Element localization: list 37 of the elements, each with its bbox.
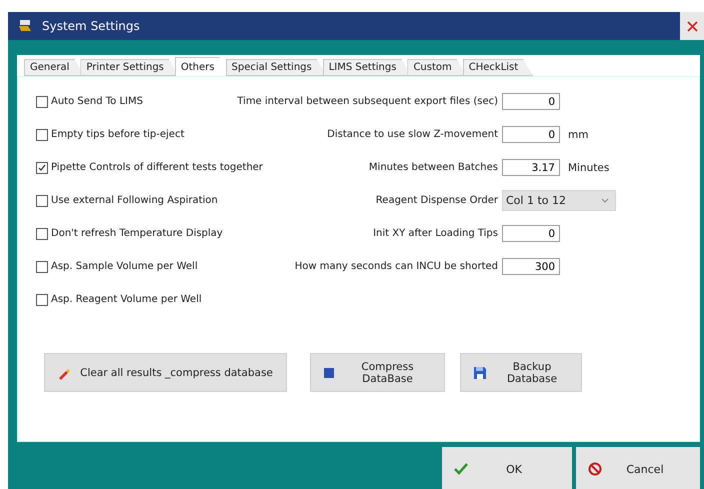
option-checkbox[interactable]: Use external Following Aspiration [36, 194, 218, 208]
square-icon [323, 366, 335, 378]
option-checkbox[interactable]: Auto Send To LIMS [36, 94, 143, 108]
action-button[interactable]: Compress DataBase [310, 353, 445, 392]
cancel-icon [588, 462, 602, 476]
option-checkbox[interactable]: Empty tips before tip-eject [36, 128, 184, 142]
close-button[interactable] [680, 12, 704, 40]
action-button[interactable]: Clear all results _compress database [44, 353, 287, 392]
number-field[interactable]: 0 [502, 126, 560, 143]
chevron-icon [601, 198, 609, 203]
unit-label: Minutes [568, 162, 610, 174]
option-checkbox[interactable]: Pipette Controls of different tests together [36, 160, 263, 174]
unit-label: mm [568, 128, 588, 140]
ok-button[interactable]: OK [442, 447, 572, 489]
setting-label: Reagent Dispense Order [376, 195, 498, 206]
number-field[interactable]: 0 [502, 93, 560, 110]
number-field[interactable]: 0 [502, 225, 560, 242]
setting-label: Minutes between Batches [368, 162, 498, 173]
action-button[interactable]: Backup Database [460, 353, 582, 392]
window-title: System Settings [42, 19, 141, 33]
check-icon [38, 164, 46, 172]
save-icon [473, 366, 487, 380]
setting-label: How many seconds can INCU be shorted [294, 261, 498, 272]
option-checkbox[interactable]: Asp. Sample Volume per Well [36, 260, 198, 274]
setting-label: Time interval between subsequent export files (sec) [237, 96, 498, 107]
check-icon [454, 463, 468, 475]
option-checkbox[interactable]: Don't refresh Temperature Display [36, 226, 223, 240]
number-field[interactable]: 3.17 [502, 159, 560, 176]
option-checkbox[interactable]: Asp. Reagent Volume per Well [36, 292, 202, 306]
setting-label: Distance to use slow Z-movement [327, 129, 498, 140]
setting-label: Init XY after Loading Tips [373, 228, 498, 239]
cancel-button[interactable]: Cancel [576, 447, 700, 489]
number-field[interactable]: 300 [502, 258, 560, 275]
close-icon [686, 20, 698, 32]
app-icon [18, 20, 32, 32]
dropdown[interactable]: Col 1 to 12 [502, 190, 616, 211]
tab[interactable]: CHeckList [462, 59, 534, 76]
